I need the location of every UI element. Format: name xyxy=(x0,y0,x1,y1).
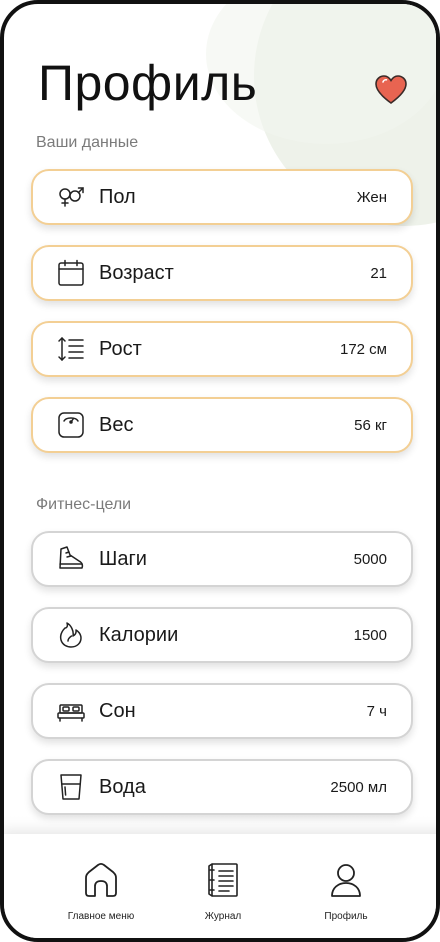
goal-item-steps[interactable]: Шаги 5000 xyxy=(31,531,413,587)
calendar-icon xyxy=(57,259,85,287)
bed-icon xyxy=(57,697,85,725)
flame-icon xyxy=(57,621,85,649)
profile-item-age[interactable]: Возраст 21 xyxy=(31,245,413,301)
profile-item-value: 172 см xyxy=(339,340,387,358)
profile-item-weight[interactable]: Вес 56 кг xyxy=(31,397,413,453)
tab-label: Журнал xyxy=(204,911,242,922)
goal-item-value: 5000 xyxy=(353,550,387,568)
tab-journal[interactable]: Журнал xyxy=(168,862,278,922)
sneaker-icon xyxy=(57,545,85,573)
profile-item-label: Возраст xyxy=(99,261,174,284)
gender-icon xyxy=(57,183,85,211)
home-icon xyxy=(83,862,119,903)
goal-item-value: 7 ч xyxy=(366,702,387,720)
heart-icon[interactable] xyxy=(374,74,408,106)
section-label-goals: Фитнес-цели xyxy=(36,496,132,513)
bottom-tab-bar: Главное меню Журнал Профиль xyxy=(4,834,436,938)
section-label-personal: Ваши данные xyxy=(36,134,139,151)
profile-item-label: Вес xyxy=(99,413,134,436)
profile-item-label: Рост xyxy=(99,337,142,360)
water-glass-icon xyxy=(57,773,85,801)
scale-icon xyxy=(57,411,85,439)
profile-item-height[interactable]: Рост 172 см xyxy=(31,321,413,377)
tab-profile[interactable]: Профиль xyxy=(291,862,401,922)
journal-icon xyxy=(205,862,241,903)
goal-item-label: Шаги xyxy=(99,547,147,570)
profile-item-gender[interactable]: Пол Жен xyxy=(31,169,413,225)
goal-item-calories[interactable]: Калории 1500 xyxy=(31,607,413,663)
profile-item-value: 56 кг xyxy=(354,416,387,434)
height-icon xyxy=(57,335,85,363)
goal-item-label: Вода xyxy=(99,775,146,798)
goal-item-value: 2500 мл xyxy=(330,778,387,796)
profile-item-label: Пол xyxy=(99,185,136,208)
tab-label: Главное меню xyxy=(67,911,135,922)
goal-item-label: Калории xyxy=(99,623,179,646)
goal-item-sleep[interactable]: Сон 7 ч xyxy=(31,683,413,739)
phone-frame: Профиль Ваши данные Пол Жен Возраст 21 Р… xyxy=(0,0,440,942)
profile-item-value: 21 xyxy=(370,264,387,282)
user-icon xyxy=(328,862,364,903)
tab-label: Профиль xyxy=(324,911,368,922)
profile-item-value: Жен xyxy=(356,188,387,206)
tab-home[interactable]: Главное меню xyxy=(46,862,156,922)
goal-item-label: Сон xyxy=(99,699,136,722)
page-title: Профиль xyxy=(38,55,258,111)
goal-item-value: 1500 xyxy=(353,626,387,644)
goal-item-water[interactable]: Вода 2500 мл xyxy=(31,759,413,815)
